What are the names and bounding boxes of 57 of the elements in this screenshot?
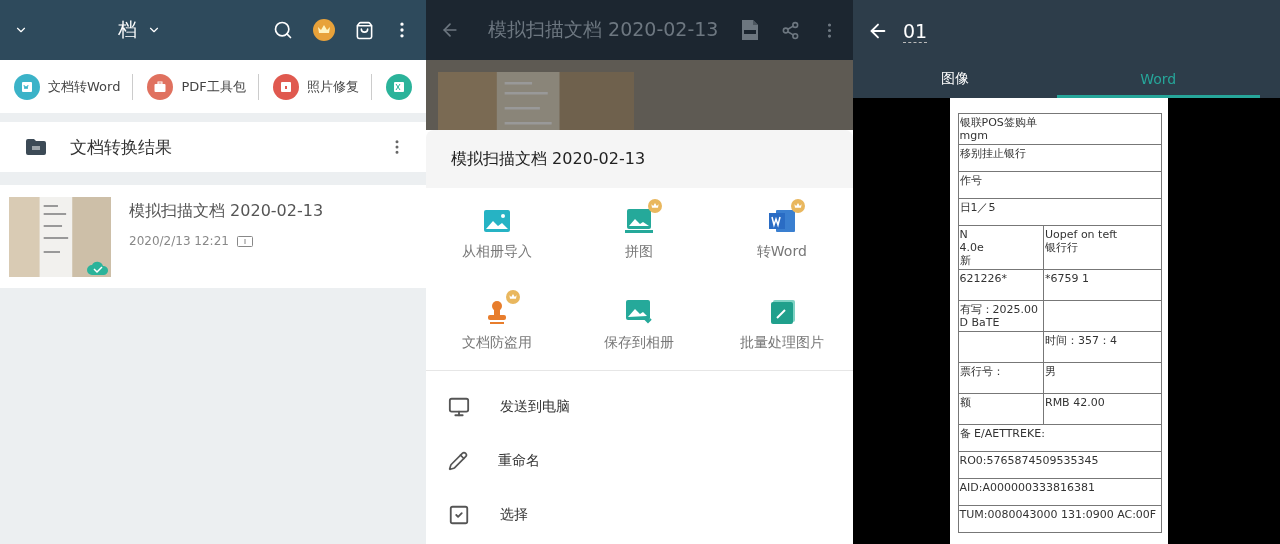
table-text: N [959, 228, 968, 241]
pencil-icon [448, 451, 468, 471]
save-image-icon [624, 297, 655, 326]
action-button[interactable]: 保存到相册 [568, 279, 711, 370]
table-text: D BaTE [959, 316, 1000, 329]
document-name: 模拟扫描文档 2020-02-13 [129, 201, 324, 222]
table-text: 日1／5 [959, 201, 996, 214]
table-text: 银行行 [1045, 241, 1078, 254]
table-text: 男 [1045, 365, 1056, 378]
spreadsheet-icon[interactable] [385, 73, 412, 100]
monitor-icon [448, 396, 470, 418]
table-text: 新 [959, 254, 971, 267]
table-text: RO0:5765874509535345 [959, 454, 1099, 467]
action-button[interactable]: 转Word [710, 188, 853, 279]
table-text: RMB 42.00 [1045, 396, 1105, 409]
page-number[interactable]: 01 [903, 19, 928, 43]
table-text: mgm [959, 129, 988, 142]
tool-link[interactable]: 照片修复 [306, 77, 359, 96]
bag-icon[interactable] [355, 20, 374, 40]
table-text: 作号 [959, 174, 982, 187]
table-text: 票行号： [959, 365, 1004, 378]
tab[interactable]: 图像 [853, 62, 1057, 98]
table-text: AID:A000000333816381 [959, 481, 1095, 494]
table-text: 移别挂止银行 [959, 147, 1026, 160]
menu-item[interactable]: 选择 [500, 506, 528, 524]
menu-item[interactable]: 发送到电脑 [500, 398, 570, 416]
page-icon [236, 235, 253, 247]
search-icon[interactable] [273, 20, 293, 40]
crown-icon[interactable] [313, 19, 335, 41]
share-icon[interactable] [781, 20, 800, 40]
collage-icon [624, 206, 655, 235]
table-text: TUM:0080043000 131:0900 AC:00F [959, 508, 1157, 521]
table-text: 备 E/AETTREKE: [959, 427, 1045, 440]
table-text: Uopef on teft [1045, 228, 1118, 241]
pdf-icon[interactable] [741, 20, 759, 40]
table-text: 额 [959, 396, 971, 409]
document-card[interactable]: 模拟扫描文档 2020-02-13 2020/2/13 12:21 [0, 185, 426, 288]
action-button[interactable]: 文档防盗用 [426, 279, 569, 370]
action-button[interactable]: 从相册导入 [426, 188, 569, 279]
app-title: 档 [118, 17, 137, 42]
folder-icon [26, 139, 46, 155]
table-text: *6759 1 [1045, 272, 1089, 285]
document-date: 2020/2/13 12:21 [129, 234, 229, 248]
tool-link[interactable]: 文档转Word [48, 77, 121, 96]
table-text: 621226* [959, 272, 1007, 285]
menu-item[interactable]: 重命名 [498, 452, 540, 470]
document-title: 模拟扫描文档 2020-02-13 [488, 17, 719, 42]
table-text: 时间：357：4 [1045, 334, 1117, 347]
sheet-title: 模拟扫描文档 2020-02-13 [451, 148, 646, 170]
table-text: 4.0e [959, 241, 984, 254]
table-text: 银联POS签购单 [959, 116, 1037, 129]
action-button[interactable]: 批量处理图片 [710, 279, 853, 370]
checkbox-icon [448, 504, 470, 526]
table-text: 有写：2025.00 [959, 303, 1038, 316]
action-button[interactable]: 拼图 [568, 188, 711, 279]
tool-link[interactable]: PDF工具包 [181, 77, 246, 96]
folder-name[interactable]: 文档转换结果 [70, 135, 172, 159]
